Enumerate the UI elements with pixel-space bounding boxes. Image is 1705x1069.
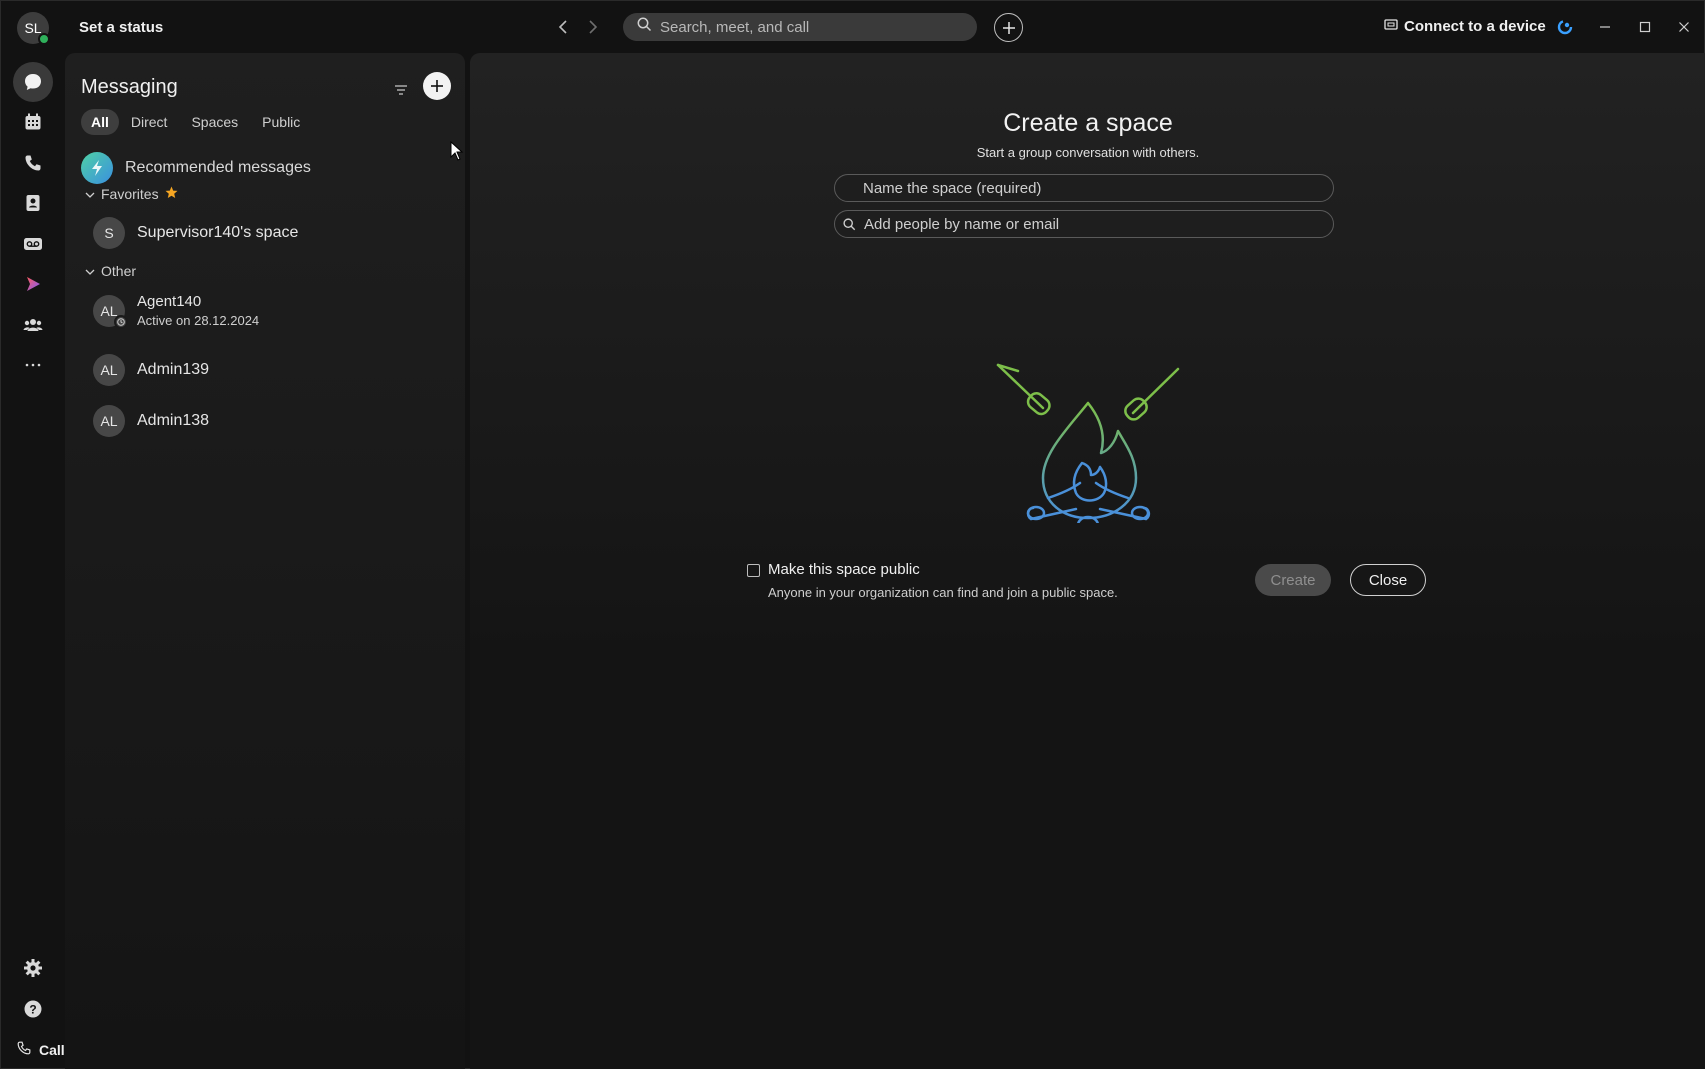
- avatar: AL: [93, 405, 125, 437]
- add-people-input[interactable]: [864, 215, 1304, 233]
- call-settings-icon: [17, 1041, 31, 1058]
- webex-window: SL Set a status Connect to a device: [0, 0, 1705, 1069]
- favorites-group-header[interactable]: Favorites: [85, 186, 178, 202]
- chevron-down-icon: [85, 186, 95, 202]
- public-label: Make this space public: [768, 561, 920, 578]
- close-button[interactable]: Close: [1350, 564, 1426, 596]
- public-checkbox[interactable]: [747, 564, 760, 577]
- title-bar: SL Set a status Connect to a device: [1, 1, 1705, 53]
- avatar: S: [93, 217, 125, 249]
- public-space-option: Make this space public Anyone in your or…: [747, 561, 1118, 600]
- search-input[interactable]: [660, 18, 960, 36]
- minimize-icon[interactable]: [1594, 16, 1616, 38]
- calendar-icon[interactable]: [13, 102, 53, 142]
- avatar-initials: AL: [100, 302, 118, 319]
- close-window-icon[interactable]: [1673, 16, 1695, 38]
- list-item[interactable]: S Supervisor140's space: [93, 217, 298, 249]
- space-name: Supervisor140's space: [137, 224, 299, 241]
- search-bar[interactable]: [623, 13, 977, 41]
- set-status-button[interactable]: Set a status: [79, 19, 163, 36]
- other-group-header[interactable]: Other: [85, 263, 136, 279]
- presence-indicator: [38, 33, 50, 45]
- search-icon: [843, 217, 856, 231]
- connect-device-label: Connect to a device: [1404, 18, 1546, 35]
- teams-icon[interactable]: [13, 305, 53, 345]
- tab-spaces[interactable]: Spaces: [179, 109, 250, 135]
- messaging-icon[interactable]: [13, 62, 53, 102]
- lightning-icon: [81, 152, 113, 184]
- avatar-initials: S: [104, 225, 114, 241]
- contact-status: Active on 28.12.2024: [137, 313, 260, 328]
- list-item[interactable]: AL Admin138: [93, 405, 209, 437]
- space-name-field[interactable]: [834, 174, 1334, 202]
- device-icon: [1384, 18, 1398, 35]
- add-people-field[interactable]: [834, 210, 1334, 238]
- phone-icon[interactable]: [13, 143, 53, 183]
- tab-direct[interactable]: Direct: [119, 109, 180, 135]
- voicemail-icon[interactable]: [13, 224, 53, 264]
- list-item[interactable]: AL Agent140 Active on 28.12.2024: [93, 293, 260, 329]
- campfire-illustration: [988, 303, 1188, 535]
- sync-icon[interactable]: [1554, 16, 1576, 38]
- messaging-title: Messaging: [81, 76, 178, 98]
- back-arrow-icon[interactable]: [552, 16, 574, 38]
- star-icon: [165, 186, 178, 202]
- contacts-icon[interactable]: [13, 183, 53, 223]
- help-icon[interactable]: ?: [13, 989, 53, 1029]
- more-icon[interactable]: [13, 345, 53, 385]
- search-icon: [637, 17, 652, 37]
- mouse-cursor-icon: [450, 140, 464, 166]
- connect-device-button[interactable]: Connect to a device: [1384, 18, 1546, 35]
- tab-all[interactable]: All: [81, 109, 119, 135]
- space-name-input[interactable]: [863, 179, 1303, 197]
- filter-icon[interactable]: [391, 80, 411, 100]
- maximize-icon[interactable]: [1634, 16, 1656, 38]
- navigation-rail: ?: [1, 53, 63, 1069]
- avatar-initials: AL: [100, 362, 118, 378]
- plus-icon[interactable]: [994, 13, 1023, 42]
- user-avatar[interactable]: SL: [17, 12, 50, 45]
- contact-name: Agent140: [137, 293, 202, 310]
- recommended-messages-item[interactable]: Recommended messages: [81, 152, 311, 184]
- page-title: Create a space: [1003, 109, 1173, 137]
- favorites-label: Favorites: [101, 186, 159, 202]
- contact-name: Admin139: [137, 361, 210, 378]
- avatar: AL: [93, 354, 125, 386]
- messaging-tabs: All Direct Spaces Public: [81, 109, 312, 135]
- page-subtitle: Start a group conversation with others.: [976, 145, 1200, 160]
- public-description: Anyone in your organization can find and…: [768, 585, 1118, 600]
- list-item[interactable]: AL Admin139: [93, 354, 209, 386]
- avatar-initials: AL: [100, 413, 118, 429]
- other-label: Other: [101, 263, 137, 279]
- tab-public[interactable]: Public: [250, 109, 312, 135]
- settings-gear-icon[interactable]: [13, 948, 53, 988]
- avatar: AL: [93, 294, 128, 329]
- messaging-panel: Messaging All Direct Spaces Public Recom…: [65, 53, 465, 1069]
- svg-text:?: ?: [29, 1003, 36, 1017]
- clock-icon: [114, 314, 128, 329]
- new-message-plus-icon[interactable]: [423, 72, 451, 100]
- forward-arrow-icon[interactable]: [582, 16, 604, 38]
- create-button[interactable]: Create: [1255, 564, 1331, 596]
- chevron-down-icon: [85, 263, 95, 279]
- webex-play-icon[interactable]: [13, 264, 53, 304]
- contact-name: Admin138: [137, 412, 210, 429]
- create-space-panel: Create a space Start a group conversatio…: [470, 53, 1705, 1069]
- recommended-label: Recommended messages: [125, 159, 311, 176]
